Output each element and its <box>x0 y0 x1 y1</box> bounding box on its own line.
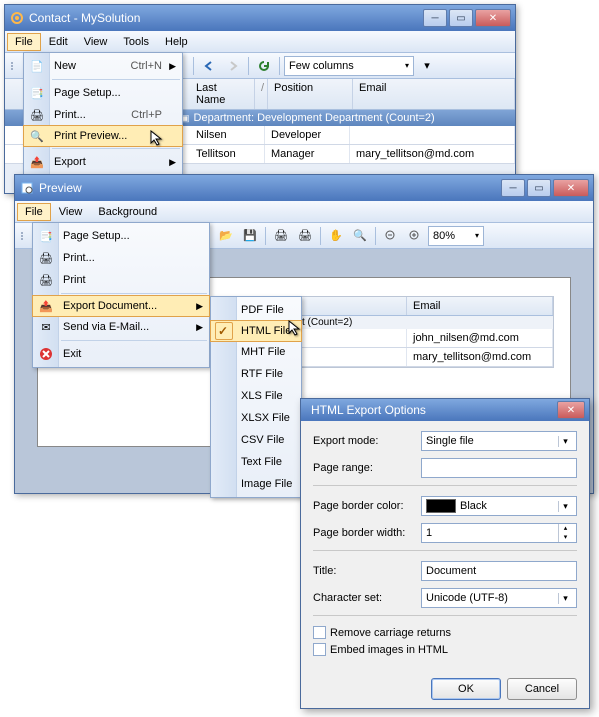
new-icon: 📄 <box>29 58 45 74</box>
combo-arrow-icon[interactable]: ▾ <box>416 55 438 77</box>
border-color-combo[interactable]: Black▾ <box>421 496 577 516</box>
print-icon: 🖨 <box>38 250 54 266</box>
cancel-button[interactable]: Cancel <box>507 678 577 700</box>
menu-print[interactable]: 🖨Print <box>33 269 209 291</box>
print-quick-icon: 🖨 <box>38 272 54 288</box>
file-menu-dropdown: 📄NewCtrl+N▶ 📑Page Setup... 🖨Print...Ctrl… <box>23 52 183 176</box>
min-button[interactable]: ─ <box>423 9 447 27</box>
html-export-dialog: HTML Export Options ✕ Export mode: Singl… <box>300 398 590 709</box>
menu-file[interactable]: File <box>7 33 41 51</box>
export-submenu: PDF File HTML File MHT File RTF File XLS… <box>210 296 302 498</box>
col-email: Email <box>407 297 553 315</box>
window-title: Preview <box>39 181 501 195</box>
layout-combo[interactable]: Few columns▾ <box>284 56 414 76</box>
export-html[interactable]: HTML File <box>210 320 302 342</box>
export-mode-combo[interactable]: Single file▾ <box>421 431 577 451</box>
menu-print-preview[interactable]: 🔍Print Preview... <box>23 125 183 147</box>
window-title: Contact - MySolution <box>29 11 423 25</box>
chk-embed-images[interactable]: Embed images in HTML <box>313 643 577 656</box>
menu-send-email[interactable]: ✉Send via E-Mail...▶ <box>33 316 209 338</box>
menu-tools[interactable]: Tools <box>115 33 157 51</box>
close-button[interactable]: ✕ <box>557 401 585 419</box>
menu-background[interactable]: Background <box>90 203 165 221</box>
menu-print-dlg[interactable]: 🖨Print... <box>33 247 209 269</box>
export-mht[interactable]: MHT File <box>211 341 301 363</box>
page-setup-icon: 📑 <box>29 85 45 101</box>
border-width-spin[interactable]: 1▴▾ <box>421 523 577 543</box>
label-title: Title: <box>313 565 421 577</box>
open-icon[interactable]: 📂 <box>215 225 237 247</box>
min-button[interactable]: ─ <box>501 179 525 197</box>
max-button[interactable]: ▭ <box>527 179 551 197</box>
export-text[interactable]: Text File <box>211 451 301 473</box>
col-lastname[interactable]: Last Name <box>190 79 255 109</box>
export-xls[interactable]: XLS File <box>211 385 301 407</box>
toolbar-grip[interactable] <box>9 55 15 77</box>
menu-view[interactable]: View <box>51 203 91 221</box>
chk-remove-cr[interactable]: Remove carriage returns <box>313 626 577 639</box>
refresh-icon[interactable] <box>253 55 275 77</box>
export-icon: 📤 <box>38 298 54 314</box>
export-xlsx[interactable]: XLSX File <box>211 407 301 429</box>
print-icon[interactable]: 🖨 <box>270 225 292 247</box>
zoom-tool-icon[interactable]: 🔍 <box>349 225 371 247</box>
titlebar[interactable]: Contact - MySolution ─ ▭ ✕ <box>5 5 515 31</box>
app-icon <box>9 10 25 26</box>
export-rtf[interactable]: RTF File <box>211 363 301 385</box>
menubar: File View Background <box>15 201 593 223</box>
exit-icon <box>38 346 54 362</box>
menu-exit[interactable]: Exit <box>33 343 209 365</box>
menu-page-setup[interactable]: 📑Page Setup... <box>24 82 182 104</box>
label-page-range: Page range: <box>313 462 421 474</box>
menu-page-setup[interactable]: 📑Page Setup... <box>33 225 209 247</box>
ok-button[interactable]: OK <box>431 678 501 700</box>
page-setup-icon: 📑 <box>38 228 54 244</box>
export-pdf[interactable]: PDF File <box>211 299 301 321</box>
mail-icon: ✉ <box>38 319 54 335</box>
back-icon[interactable] <box>198 55 220 77</box>
menu-print[interactable]: 🖨Print...Ctrl+P <box>24 104 182 126</box>
label-border-width: Page border width: <box>313 527 421 539</box>
preview-file-dropdown: 📑Page Setup... 🖨Print... 🖨Print 📤Export … <box>32 222 210 368</box>
export-image[interactable]: Image File <box>211 473 301 495</box>
title-input[interactable]: Document <box>421 561 577 581</box>
menu-edit[interactable]: Edit <box>41 33 76 51</box>
page-range-input[interactable] <box>421 458 577 478</box>
menu-view[interactable]: View <box>76 33 116 51</box>
export-icon: 📤 <box>29 154 45 170</box>
zoom-in-icon[interactable] <box>404 225 426 247</box>
save-icon[interactable]: 💾 <box>239 225 261 247</box>
menu-new[interactable]: 📄NewCtrl+N▶ <box>24 55 182 77</box>
menu-export[interactable]: 📤Export▶ <box>24 151 182 173</box>
col-email[interactable]: Email <box>353 79 515 109</box>
color-swatch <box>426 499 456 513</box>
col-position[interactable]: Position <box>268 79 353 109</box>
label-border-color: Page border color: <box>313 500 421 512</box>
preview-icon <box>19 180 35 196</box>
zoom-out-icon[interactable] <box>380 225 402 247</box>
zoom-combo[interactable]: 80%▾ <box>428 226 484 246</box>
hand-icon[interactable]: ✋ <box>325 225 347 247</box>
col-sep: / <box>255 79 268 109</box>
label-charset: Character set: <box>313 592 421 604</box>
forward-icon[interactable] <box>222 55 244 77</box>
charset-combo[interactable]: Unicode (UTF-8)▾ <box>421 588 577 608</box>
dialog-title: HTML Export Options <box>305 403 557 417</box>
menu-file[interactable]: File <box>17 203 51 221</box>
max-button[interactable]: ▭ <box>449 9 473 27</box>
menu-help[interactable]: Help <box>157 33 196 51</box>
menu-export-document[interactable]: 📤Export Document...▶ <box>32 295 210 317</box>
menubar: File Edit View Tools Help <box>5 31 515 53</box>
dialog-titlebar[interactable]: HTML Export Options ✕ <box>301 399 589 421</box>
close-button[interactable]: ✕ <box>553 179 589 197</box>
label-export-mode: Export mode: <box>313 435 421 447</box>
print-icon: 🖨 <box>29 107 45 123</box>
close-button[interactable]: ✕ <box>475 9 511 27</box>
titlebar[interactable]: Preview ─ ▭ ✕ <box>15 175 593 201</box>
toolbar-grip[interactable] <box>19 225 25 247</box>
quick-print-icon[interactable]: 🖨 <box>294 225 316 247</box>
preview-icon: 🔍 <box>29 128 45 144</box>
export-csv[interactable]: CSV File <box>211 429 301 451</box>
